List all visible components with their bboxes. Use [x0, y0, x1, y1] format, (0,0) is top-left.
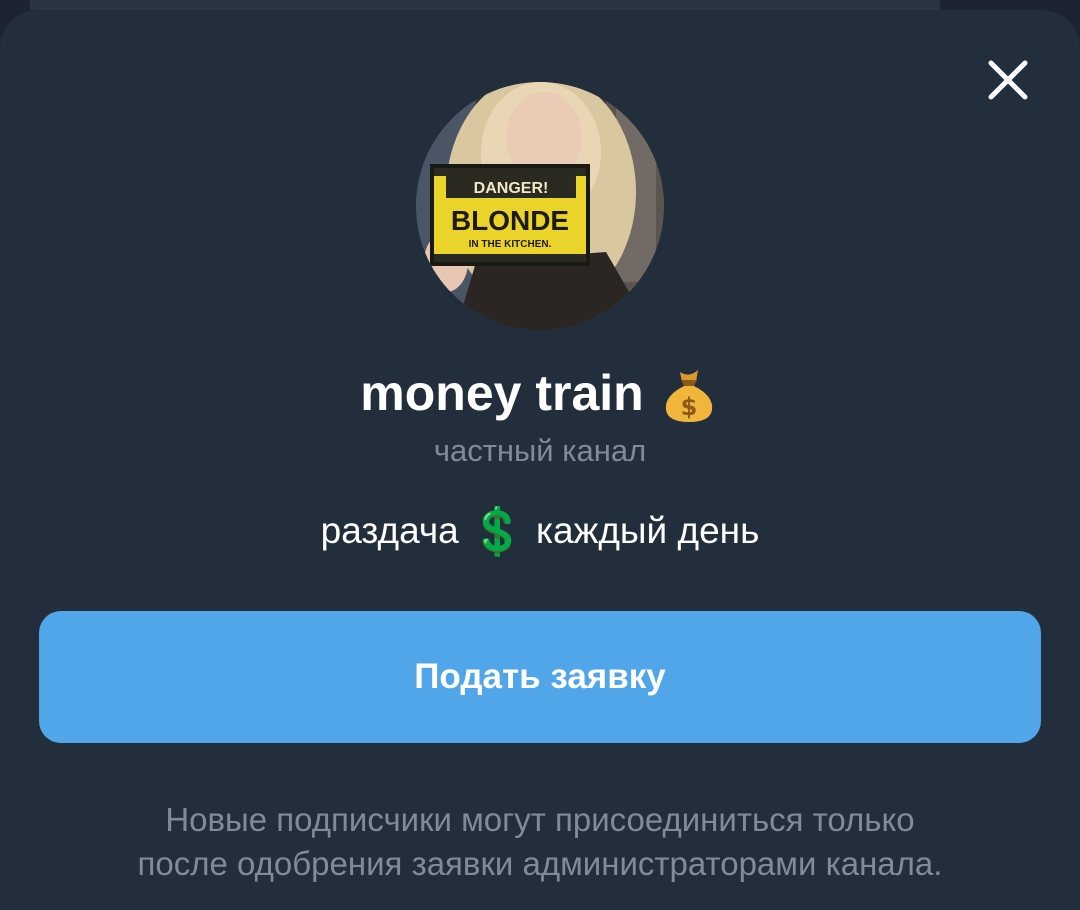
description-text-before: раздача — [320, 510, 459, 551]
approval-note-line2: после одобрения заявки администраторами … — [137, 845, 943, 882]
avatar-sign-line2: BLONDE — [451, 205, 569, 236]
approval-note-line1: Новые подписчики могут присоединиться то… — [165, 801, 915, 838]
close-icon — [988, 60, 1028, 100]
svg-text:$: $ — [680, 393, 697, 421]
channel-type-label: частный канал — [433, 433, 647, 468]
channel-description: раздача 💲 каждый день — [0, 505, 1080, 557]
request-to-join-button[interactable]: Подать заявку — [39, 611, 1041, 743]
money-bag-icon: $ — [658, 362, 720, 424]
heavy-dollar-sign-icon: 💲 — [468, 504, 527, 558]
channel-title-row: money train $ — [0, 358, 1080, 428]
close-button[interactable] — [978, 50, 1038, 110]
approval-note: Новые подписчики могут присоединиться то… — [40, 798, 1040, 886]
description-text-after: каждый день — [536, 510, 760, 551]
background-panel — [30, 0, 940, 10]
avatar-sign-line3: IN THE KITCHEN. — [469, 239, 552, 250]
channel-title: money train — [360, 365, 644, 421]
avatar-sign-line1: DANGER! — [474, 180, 549, 197]
channel-avatar: DANGER! BLONDE IN THE KITCHEN. — [416, 82, 664, 330]
